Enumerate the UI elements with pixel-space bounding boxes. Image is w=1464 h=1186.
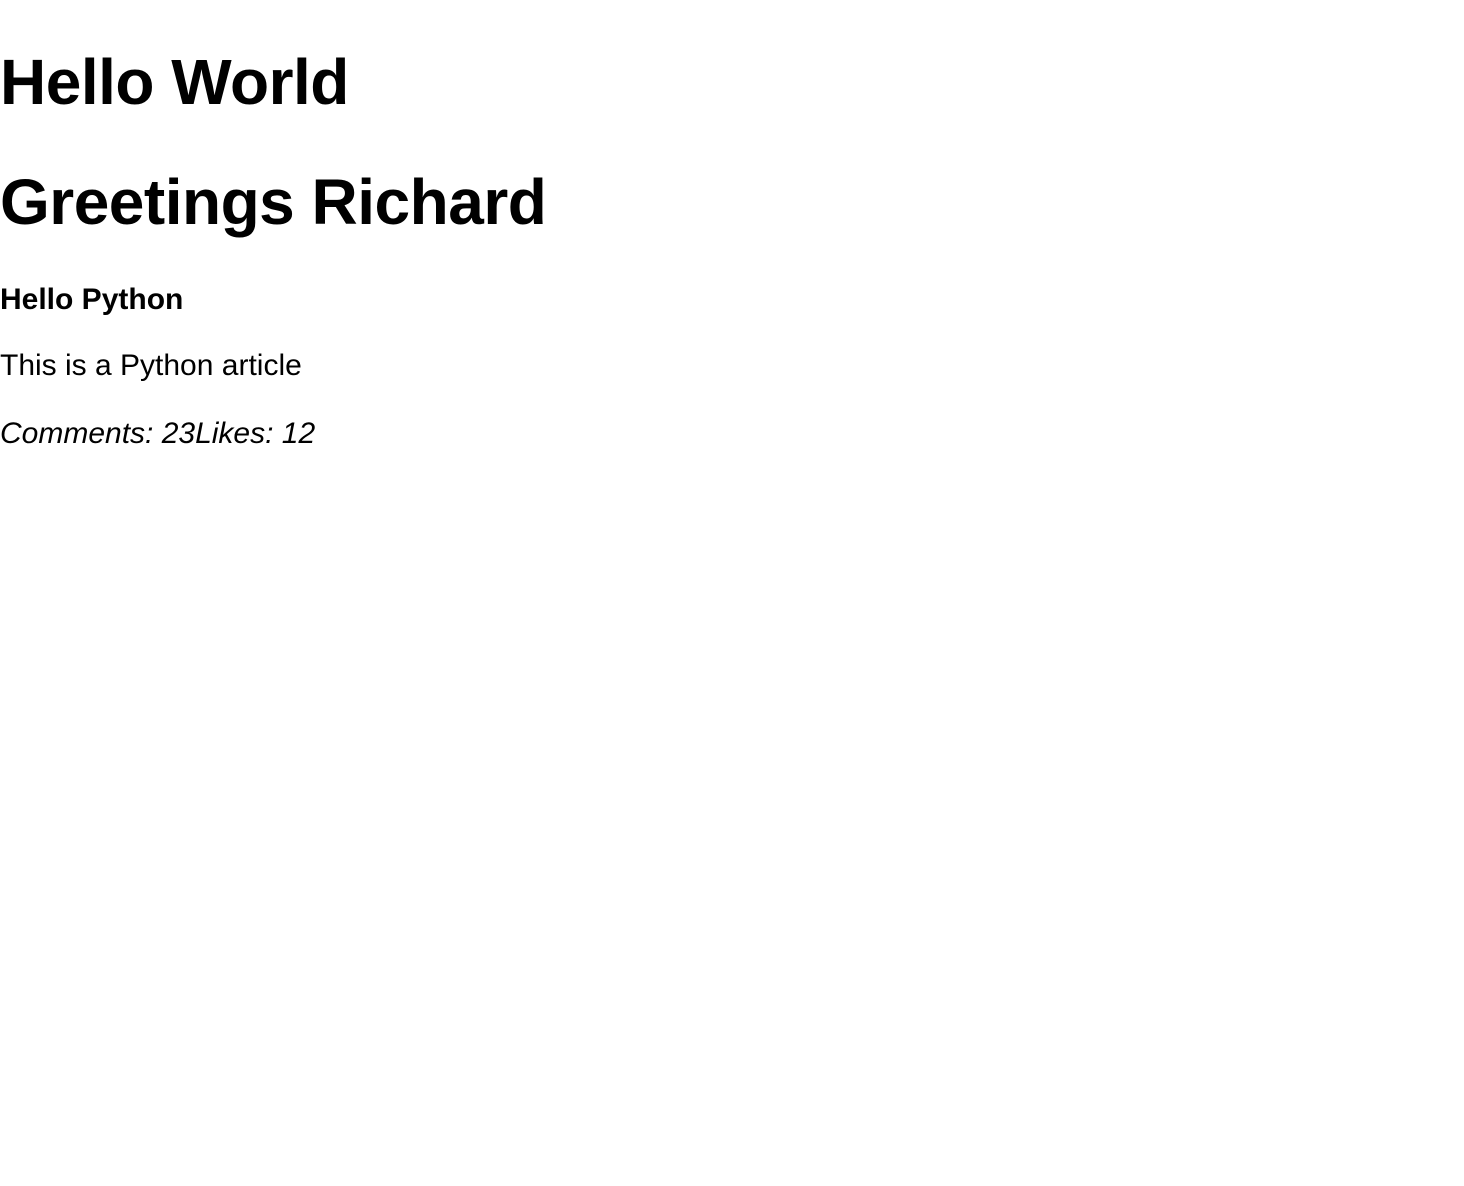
likes-count: Likes: 12 xyxy=(195,417,316,450)
article-meta: Comments: 23Likes: 12 xyxy=(0,416,315,452)
comments-count: Comments: 23 xyxy=(0,417,196,450)
page: Hello World Greetings Richard Hello Pyth… xyxy=(0,0,1464,1186)
page-heading-hello-world: Hello World xyxy=(0,46,349,118)
article-body: This is a Python article xyxy=(0,349,302,382)
article-title: Hello Python xyxy=(0,283,184,316)
page-heading-greetings: Greetings Richard xyxy=(0,166,547,238)
